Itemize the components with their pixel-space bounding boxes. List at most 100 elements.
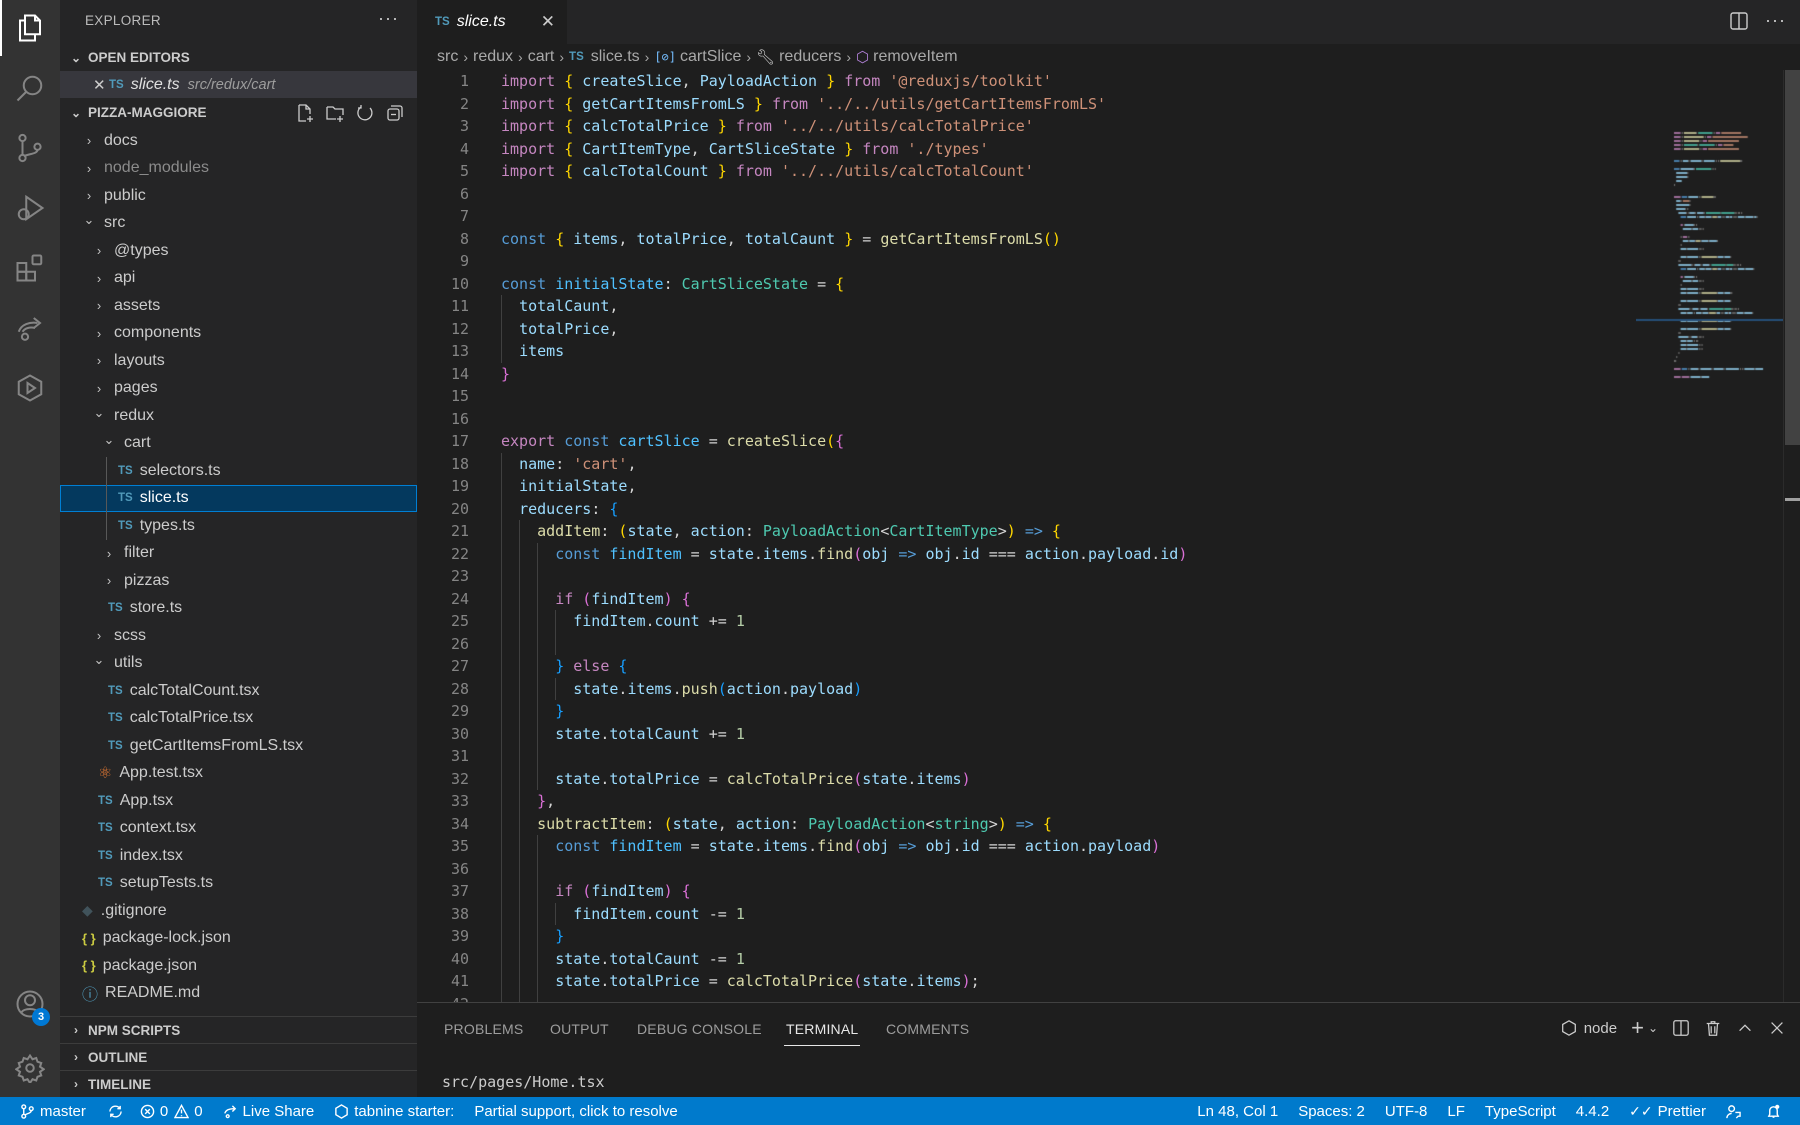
tree-file[interactable]: ◆ .gitignore (60, 897, 417, 925)
tab-slice-ts[interactable]: TS slice.ts ✕ (417, 0, 567, 44)
code-line[interactable]: 24 if (findItem) { (417, 588, 1636, 611)
code-line[interactable]: 38 findItem.count -= 1 (417, 903, 1636, 926)
new-file-icon[interactable] (295, 103, 315, 123)
code-line[interactable]: 14} (417, 363, 1636, 386)
code-line[interactable]: 40 state.totalCaunt -= 1 (417, 948, 1636, 971)
tree-file[interactable]: TS index.tsx (60, 842, 417, 870)
code-line[interactable]: 10 const initialState: CartSliceState = { (417, 273, 1636, 296)
code-line[interactable]: 23 (417, 565, 1636, 588)
eol-status[interactable]: LF (1447, 1103, 1465, 1120)
refresh-icon[interactable] (355, 103, 375, 123)
problems-status[interactable]: 0 0 (140, 1103, 203, 1120)
tree-folder[interactable]: › pizzas (60, 567, 417, 595)
minimap-canvas[interactable] (1636, 70, 1783, 1002)
breadcrumb-item[interactable]: src (437, 48, 458, 66)
activity-source-control[interactable] (0, 120, 60, 176)
open-editors-header[interactable]: ⌄ OPEN EDITORS (60, 44, 417, 71)
code-line[interactable]: 26 (417, 633, 1636, 656)
code-line[interactable]: 11 totalCaunt, (417, 295, 1636, 318)
tree-folder[interactable]: ⌄ utils (60, 650, 417, 678)
code-line[interactable]: 16 (417, 408, 1636, 431)
code-line[interactable]: 30 state.totalCaunt += 1 (417, 723, 1636, 746)
tree-file[interactable]: TS getCartItemsFromLS.tsx (60, 732, 417, 760)
indentation-status[interactable]: Spaces: 2 (1298, 1103, 1365, 1120)
activity-explorer[interactable] (0, 0, 60, 56)
tree-folder[interactable]: ⌄ cart (60, 430, 417, 458)
explorer-more-actions-button[interactable]: ··· (378, 8, 399, 29)
panel-tab-comments[interactable]: COMMENTS (886, 1021, 969, 1037)
code-line[interactable]: 32 state.totalPrice = calcTotalPrice(sta… (417, 768, 1636, 791)
close-panel-icon[interactable] (1768, 1019, 1786, 1037)
tree-file[interactable]: TS context.tsx (60, 815, 417, 843)
breadcrumb-item[interactable]: redux (473, 48, 513, 66)
breadcrumb-item[interactable]: ⬡ removeItem (856, 48, 958, 66)
activity-accounts[interactable]: 3 (0, 976, 60, 1032)
tree-file[interactable]: { } package-lock.json (60, 925, 417, 953)
tree-file[interactable]: TS types.ts (60, 512, 417, 540)
code-line[interactable]: 8 const { items, totalPrice, totalCaunt }… (417, 228, 1636, 251)
code-line[interactable]: 36 (417, 858, 1636, 881)
tree-file[interactable]: ⓘ README.md (60, 980, 417, 1008)
code-line[interactable]: 35 const findItem = state.items.find(obj… (417, 835, 1636, 858)
close-tab-button[interactable]: ✕ (541, 12, 555, 32)
panel-tab-output[interactable]: OUTPUT (550, 1021, 609, 1037)
code-line[interactable]: 34 subtractItem: (state, action: Payload… (417, 813, 1636, 836)
tree-file[interactable]: TS calcTotalCount.tsx (60, 677, 417, 705)
project-header[interactable]: ⌄ PIZZA-MAGGIORE (60, 99, 417, 126)
tree-folder[interactable]: › docs (60, 127, 417, 155)
code-line[interactable]: 41 state.totalPrice = calcTotalPrice(sta… (417, 970, 1636, 993)
tree-folder[interactable]: › api (60, 265, 417, 293)
split-terminal-icon[interactable] (1672, 1019, 1690, 1037)
code-line[interactable]: 19 initialState, (417, 475, 1636, 498)
code-line[interactable]: 42 (417, 993, 1636, 1002)
tree-folder[interactable]: › @types (60, 237, 417, 265)
npm-scripts-header[interactable]: › NPM SCRIPTS (60, 1016, 417, 1043)
code-line[interactable]: 20 reducers: { (417, 498, 1636, 521)
trash-icon[interactable] (1704, 1019, 1722, 1037)
tree-file[interactable]: TS store.ts (60, 595, 417, 623)
code-editor[interactable]: 1 import { createSlice, PayloadAction } f… (417, 70, 1636, 1002)
language-mode-status[interactable]: TypeScript (1485, 1103, 1556, 1120)
breadcrumb-item[interactable]: 🔧︎ reducers (756, 48, 841, 66)
code-line[interactable]: 33 }, (417, 790, 1636, 813)
outline-header[interactable]: › OUTLINE (60, 1043, 417, 1070)
tree-file[interactable]: TS calcTotalPrice.tsx (60, 705, 417, 733)
code-line[interactable]: 13 items (417, 340, 1636, 363)
tree-folder[interactable]: ⌄ src (60, 210, 417, 238)
prettier-status[interactable]: ✓✓ Prettier (1629, 1103, 1706, 1120)
branch-status[interactable]: master (20, 1103, 86, 1120)
tree-file[interactable]: TS App.tsx (60, 787, 417, 815)
terminal-output[interactable]: src/pages/Home.tsx (442, 1073, 605, 1091)
panel-tab-debug-console[interactable]: DEBUG CONSOLE (637, 1021, 762, 1037)
tree-folder[interactable]: › public (60, 182, 417, 210)
tree-file[interactable]: ⚛ App.test.tsx (60, 760, 417, 788)
editor-scrollbar[interactable] (1783, 70, 1800, 1002)
code-line[interactable]: 17 export const cartSlice = createSlice({ (417, 430, 1636, 453)
activity-manage[interactable] (0, 1040, 60, 1096)
minimap[interactable] (1636, 70, 1783, 1002)
split-editor-icon[interactable] (1729, 11, 1749, 31)
code-line[interactable]: 9 (417, 250, 1636, 273)
code-line[interactable]: 39 } (417, 925, 1636, 948)
new-folder-icon[interactable] (325, 103, 345, 123)
collapse-all-icon[interactable] (385, 103, 405, 123)
sync-button[interactable] (108, 1104, 128, 1119)
breadcrumb-item[interactable]: cart (528, 48, 555, 66)
tree-folder[interactable]: › node_modules (60, 155, 417, 183)
live-share-status[interactable]: Live Share (223, 1103, 314, 1120)
tree-folder[interactable]: › scss (60, 622, 417, 650)
maximize-panel-icon[interactable] (1736, 1019, 1754, 1037)
tree-folder[interactable]: › layouts (60, 347, 417, 375)
more-actions-button[interactable]: ··· (1765, 10, 1786, 31)
tree-file[interactable]: TS selectors.ts (60, 457, 417, 485)
code-line[interactable]: 18 name: 'cart', (417, 453, 1636, 476)
code-line[interactable]: 15 (417, 385, 1636, 408)
scrollbar-thumb[interactable] (1785, 70, 1800, 445)
code-line[interactable]: 31 (417, 745, 1636, 768)
activity-run-debug[interactable] (0, 180, 60, 236)
cursor-position-status[interactable]: Ln 48, Col 1 (1197, 1103, 1278, 1120)
code-line[interactable]: 29 } (417, 700, 1636, 723)
code-line[interactable]: 12 totalPrice, (417, 318, 1636, 341)
breadcrumb-item[interactable]: TS slice.ts (569, 48, 640, 66)
tree-folder[interactable]: › pages (60, 375, 417, 403)
